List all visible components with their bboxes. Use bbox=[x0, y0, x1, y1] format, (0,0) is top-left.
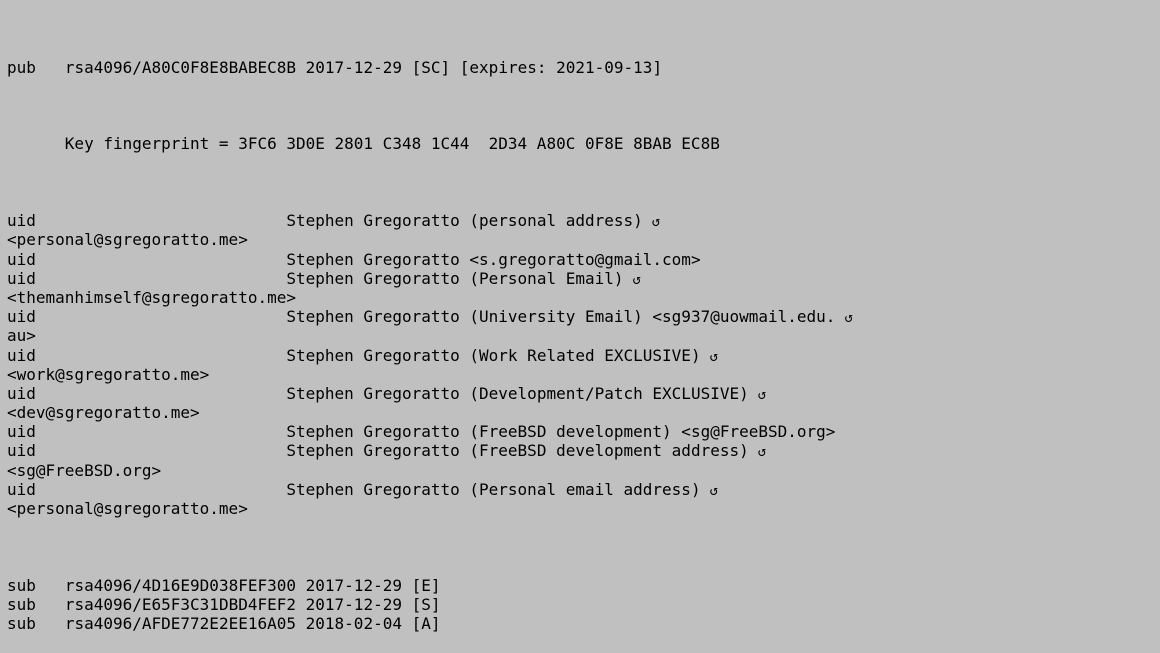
uid-prefix: uid bbox=[7, 307, 36, 327]
sub-line: sub rsa4096/E65F3C31DBD4FEF2 2017-12-29 … bbox=[7, 595, 1160, 614]
pub-date: 2017-12-29 bbox=[305, 57, 402, 77]
sub-capabilities: [E] bbox=[411, 575, 441, 595]
uid-line: uid Stephen Gregoratto (personal address… bbox=[7, 211, 1160, 230]
uid-continuation: <personal@sgregoratto.me> bbox=[7, 230, 248, 250]
uid-line: uid Stephen Gregoratto (FreeBSD developm… bbox=[7, 422, 1160, 441]
uid-line: uid Stephen Gregoratto (Development/Patc… bbox=[7, 384, 1160, 403]
uid-text: Stephen Gregoratto (FreeBSD development)… bbox=[286, 422, 836, 442]
sub-line: sub rsa4096/AFDE772E2EE16A05 2018-02-04 … bbox=[7, 614, 1160, 633]
uid-prefix: uid bbox=[7, 422, 36, 442]
uid-text: Stephen Gregoratto (Work Related EXCLUSI… bbox=[286, 345, 701, 365]
uid-prefix: uid bbox=[7, 479, 36, 499]
pub-capabilities: [SC] bbox=[411, 57, 451, 77]
uid-prefix: uid bbox=[7, 268, 36, 288]
sub-date: 2017-12-29 bbox=[305, 595, 402, 614]
sub-prefix: sub bbox=[7, 575, 36, 595]
uid-continuation: <sg@FreeBSD.org> bbox=[7, 460, 162, 480]
sub-key-id: rsa4096/AFDE772E2EE16A05 bbox=[64, 614, 296, 634]
line-wrap-icon: ↺ bbox=[844, 310, 853, 327]
line-wrap-icon: ↺ bbox=[757, 444, 767, 461]
sub-key-id: rsa4096/4D16E9D038FEF300 bbox=[64, 575, 296, 595]
uid-line: uid Stephen Gregoratto (FreeBSD developm… bbox=[7, 441, 1160, 460]
uid-line: uid Stephen Gregoratto (Work Related EXC… bbox=[7, 346, 1160, 365]
sub-line: sub rsa4096/4D16E9D038FEF300 2017-12-29 … bbox=[7, 576, 1160, 595]
uid-prefix: uid bbox=[7, 345, 36, 365]
uid-text: Stephen Gregoratto (Development/Patch EX… bbox=[286, 383, 749, 403]
uid-prefix: uid bbox=[7, 441, 36, 461]
pub-expires: [expires: 2021-09-13] bbox=[459, 57, 663, 77]
uid-text: Stephen Gregoratto (personal address) bbox=[286, 211, 643, 231]
uid-line: uid Stephen Gregoratto (Personal Email) ↺ bbox=[7, 269, 1160, 288]
subkey-list: sub rsa4096/4D16E9D038FEF300 2017-12-29 … bbox=[7, 576, 1160, 634]
uid-line: uid Stephen Gregoratto <s.gregoratto@gma… bbox=[7, 250, 1160, 269]
line-wrap-icon: ↺ bbox=[709, 482, 719, 499]
sub-key-id: rsa4096/E65F3C31DBD4FEF2 bbox=[64, 595, 296, 614]
uid-prefix: uid bbox=[7, 383, 36, 403]
uid-list: uid Stephen Gregoratto (personal address… bbox=[7, 211, 1160, 518]
uid-prefix: uid bbox=[7, 211, 36, 231]
uid-text: Stephen Gregoratto <s.gregoratto@gmail.c… bbox=[286, 249, 701, 269]
uid-continuation: <dev@sgregoratto.me> bbox=[7, 403, 200, 423]
fingerprint-line: Key fingerprint = 3FC6 3D0E 2801 C348 1C… bbox=[7, 134, 720, 154]
uid-continuation: <work@sgregoratto.me> bbox=[7, 364, 210, 384]
uid-continuation: au> bbox=[7, 326, 36, 346]
uid-text: Stephen Gregoratto (University Email) <s… bbox=[286, 307, 836, 327]
line-wrap-icon: ↺ bbox=[757, 386, 767, 403]
sub-date: 2017-12-29 bbox=[305, 575, 402, 595]
uid-continuation: <themanhimself@sgregoratto.me> bbox=[7, 287, 296, 307]
sub-date: 2018-02-04 bbox=[305, 614, 402, 634]
uid-text: Stephen Gregoratto (Personal email addre… bbox=[286, 479, 701, 499]
pub-prefix: pub bbox=[7, 57, 36, 77]
pub-line: pub rsa4096/A80C0F8E8BABEC8B 2017-12-29 … bbox=[7, 58, 1160, 77]
sub-capabilities: [S] bbox=[411, 595, 441, 614]
line-wrap-icon: ↺ bbox=[632, 271, 641, 288]
gpg-key-listing: pub rsa4096/A80C0F8E8BABEC8B 2017-12-29 … bbox=[0, 0, 1160, 633]
uid-line: uid Stephen Gregoratto (University Email… bbox=[7, 307, 1160, 326]
sub-capabilities: [A] bbox=[411, 614, 441, 634]
line-wrap-icon: ↺ bbox=[651, 214, 661, 231]
uid-continuation: <personal@sgregoratto.me> bbox=[7, 499, 248, 519]
pub-key-id: rsa4096/A80C0F8E8BABEC8B bbox=[64, 57, 296, 77]
uid-line: uid Stephen Gregoratto (Personal email a… bbox=[7, 480, 1160, 499]
uid-text: Stephen Gregoratto (FreeBSD development … bbox=[286, 441, 749, 461]
uid-text: Stephen Gregoratto (Personal Email) bbox=[286, 268, 624, 288]
sub-prefix: sub bbox=[7, 614, 36, 634]
uid-prefix: uid bbox=[7, 249, 36, 269]
sub-prefix: sub bbox=[7, 595, 36, 614]
line-wrap-icon: ↺ bbox=[709, 348, 719, 365]
